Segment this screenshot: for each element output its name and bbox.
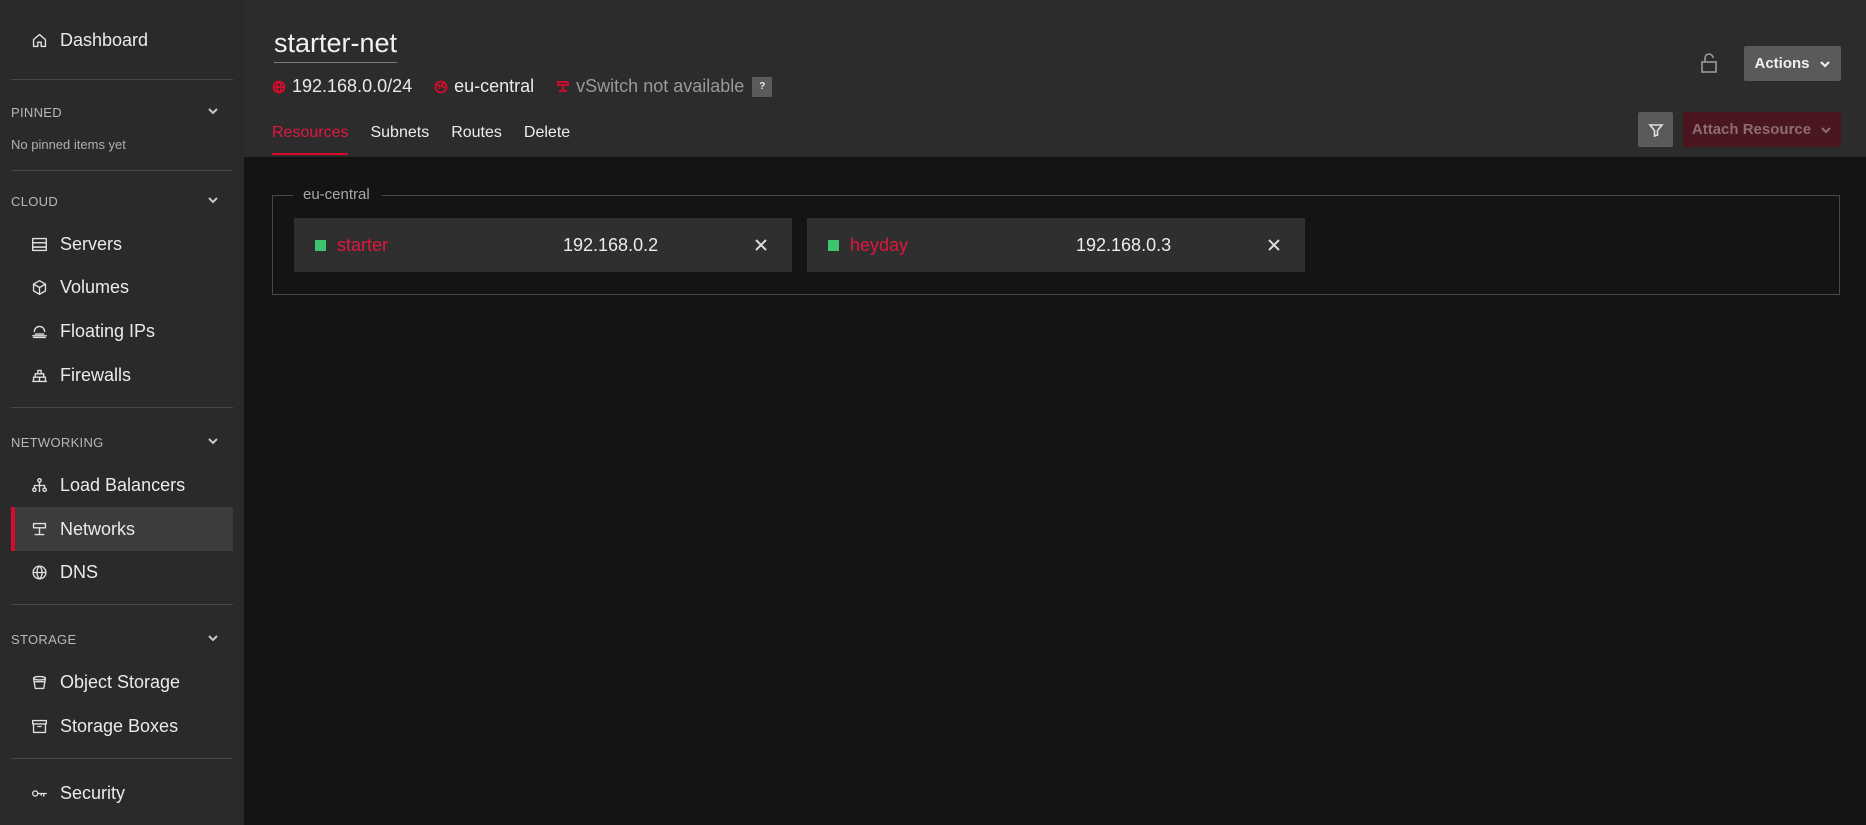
- chevron-down-icon: [207, 632, 219, 647]
- sidebar-item-label: Servers: [60, 233, 123, 254]
- status-indicator: [315, 240, 326, 251]
- ip-range-text: 192.168.0.0/24: [292, 76, 413, 96]
- section-pinned[interactable]: PINNED: [11, 102, 219, 122]
- ip-range: 192.168.0.0/24: [272, 76, 412, 97]
- server-icon: [29, 234, 49, 254]
- key-icon: [29, 783, 49, 803]
- resource-ip: 192.168.0.3: [1076, 234, 1172, 255]
- floating-ip-icon: [29, 321, 49, 341]
- archive-box-icon: [29, 716, 49, 736]
- resource-name-link[interactable]: heyday: [850, 235, 908, 256]
- sidebar: Dashboard PINNED No pinned items yet CLO…: [0, 0, 244, 825]
- sidebar-item-firewalls[interactable]: Firewalls: [11, 353, 233, 397]
- vswitch-icon: [557, 80, 570, 92]
- sidebar-item-servers[interactable]: Servers: [11, 222, 233, 266]
- sidebar-item-label: Storage Boxes: [60, 715, 179, 736]
- help-icon[interactable]: ?: [752, 76, 773, 97]
- attach-resource-label: Attach Resource: [1691, 121, 1812, 138]
- tab-delete[interactable]: Delete: [524, 124, 570, 155]
- home-icon: [29, 30, 49, 50]
- sidebar-item-dns[interactable]: DNS: [11, 550, 233, 594]
- resource-ip: 192.168.0.2: [563, 234, 659, 255]
- detach-resource-button[interactable]: [1263, 234, 1285, 256]
- divider: [11, 170, 233, 171]
- section-title: PINNED: [11, 104, 62, 120]
- chevron-down-icon: [207, 194, 219, 209]
- sidebar-item-label: Dashboard: [60, 29, 149, 50]
- filter-icon: [1647, 123, 1664, 137]
- chevron-down-icon: [207, 435, 219, 450]
- sidebar-item-label: Networks: [60, 518, 136, 539]
- tab-routes[interactable]: Routes: [451, 124, 502, 155]
- globe-icon: [272, 80, 286, 94]
- firewall-icon: [29, 365, 49, 385]
- vswitch-status: vSwitch not available ?: [556, 76, 773, 97]
- actions-button-label: Actions: [1754, 55, 1810, 72]
- tab-resources[interactable]: Resources: [272, 124, 349, 155]
- network-icon: [29, 519, 49, 539]
- load-balancer-icon: [29, 475, 49, 495]
- sidebar-item-load-balancers[interactable]: Load Balancers: [11, 463, 233, 507]
- sidebar-item-object-storage[interactable]: Object Storage: [11, 660, 233, 704]
- chevron-down-icon: [1821, 126, 1831, 134]
- section-title: NETWORKING: [11, 434, 104, 450]
- attach-resource-button[interactable]: Attach Resource: [1683, 112, 1841, 147]
- resource-card: heyday 192.168.0.3: [807, 218, 1305, 272]
- lock-icon[interactable]: [1699, 52, 1721, 76]
- close-icon: [755, 239, 767, 251]
- page-title[interactable]: starter-net: [274, 28, 398, 63]
- page-header: starter-net 192.168.0.0/24 eu-central vS…: [244, 0, 1866, 157]
- sidebar-item-label: Load Balancers: [60, 474, 186, 495]
- sidebar-item-networks[interactable]: Networks: [11, 507, 233, 551]
- sidebar-item-security[interactable]: Security: [11, 771, 233, 815]
- globe-icon: [29, 562, 49, 582]
- bucket-icon: [29, 672, 49, 692]
- network-meta: 192.168.0.0/24 eu-central vSwitch not av…: [272, 76, 794, 97]
- divider: [11, 407, 233, 408]
- divider: [11, 604, 233, 605]
- zone-text: eu-central: [454, 76, 535, 96]
- section-cloud[interactable]: CLOUD: [11, 191, 219, 211]
- actions-button[interactable]: Actions: [1744, 46, 1841, 81]
- location-globe-icon: [434, 80, 448, 93]
- section-title: STORAGE: [11, 631, 77, 647]
- sidebar-item-label: Volumes: [60, 276, 130, 297]
- sidebar-item-volumes[interactable]: Volumes: [11, 265, 233, 309]
- sidebar-item-label: DNS: [60, 561, 99, 582]
- sidebar-item-label: Firewalls: [60, 364, 132, 385]
- divider: [11, 758, 233, 759]
- sidebar-item-label: Floating IPs: [60, 320, 156, 341]
- chevron-down-icon: [1819, 60, 1830, 68]
- region-legend: eu-central: [293, 186, 382, 203]
- sidebar-item-label: Object Storage: [60, 671, 181, 692]
- vswitch-text: vSwitch not available: [576, 76, 745, 96]
- tabs: Resources Subnets Routes Delete: [272, 124, 592, 155]
- sidebar-item-dashboard[interactable]: Dashboard: [11, 18, 233, 62]
- sidebar-item-floating-ips[interactable]: Floating IPs: [11, 309, 233, 353]
- filter-button[interactable]: [1638, 112, 1673, 147]
- sidebar-item-label: Security: [60, 782, 126, 803]
- chevron-down-icon: [207, 105, 219, 120]
- zone: eu-central: [434, 76, 534, 97]
- status-indicator: [828, 240, 839, 251]
- section-networking[interactable]: NETWORKING: [11, 432, 219, 452]
- resource-card: starter 192.168.0.2: [294, 218, 792, 272]
- detach-resource-button[interactable]: [750, 234, 772, 256]
- cube-icon: [29, 277, 49, 297]
- divider: [11, 79, 233, 80]
- pinned-empty-text: No pinned items yet: [11, 137, 126, 152]
- section-storage[interactable]: STORAGE: [11, 629, 219, 649]
- resource-name-link[interactable]: starter: [337, 235, 388, 256]
- region-panel: eu-central starter 192.168.0.2 heyday 19…: [272, 186, 1840, 295]
- tab-subnets[interactable]: Subnets: [370, 124, 429, 155]
- section-title: CLOUD: [11, 193, 59, 209]
- sidebar-item-storage-boxes[interactable]: Storage Boxes: [11, 704, 233, 748]
- close-icon: [1268, 239, 1280, 251]
